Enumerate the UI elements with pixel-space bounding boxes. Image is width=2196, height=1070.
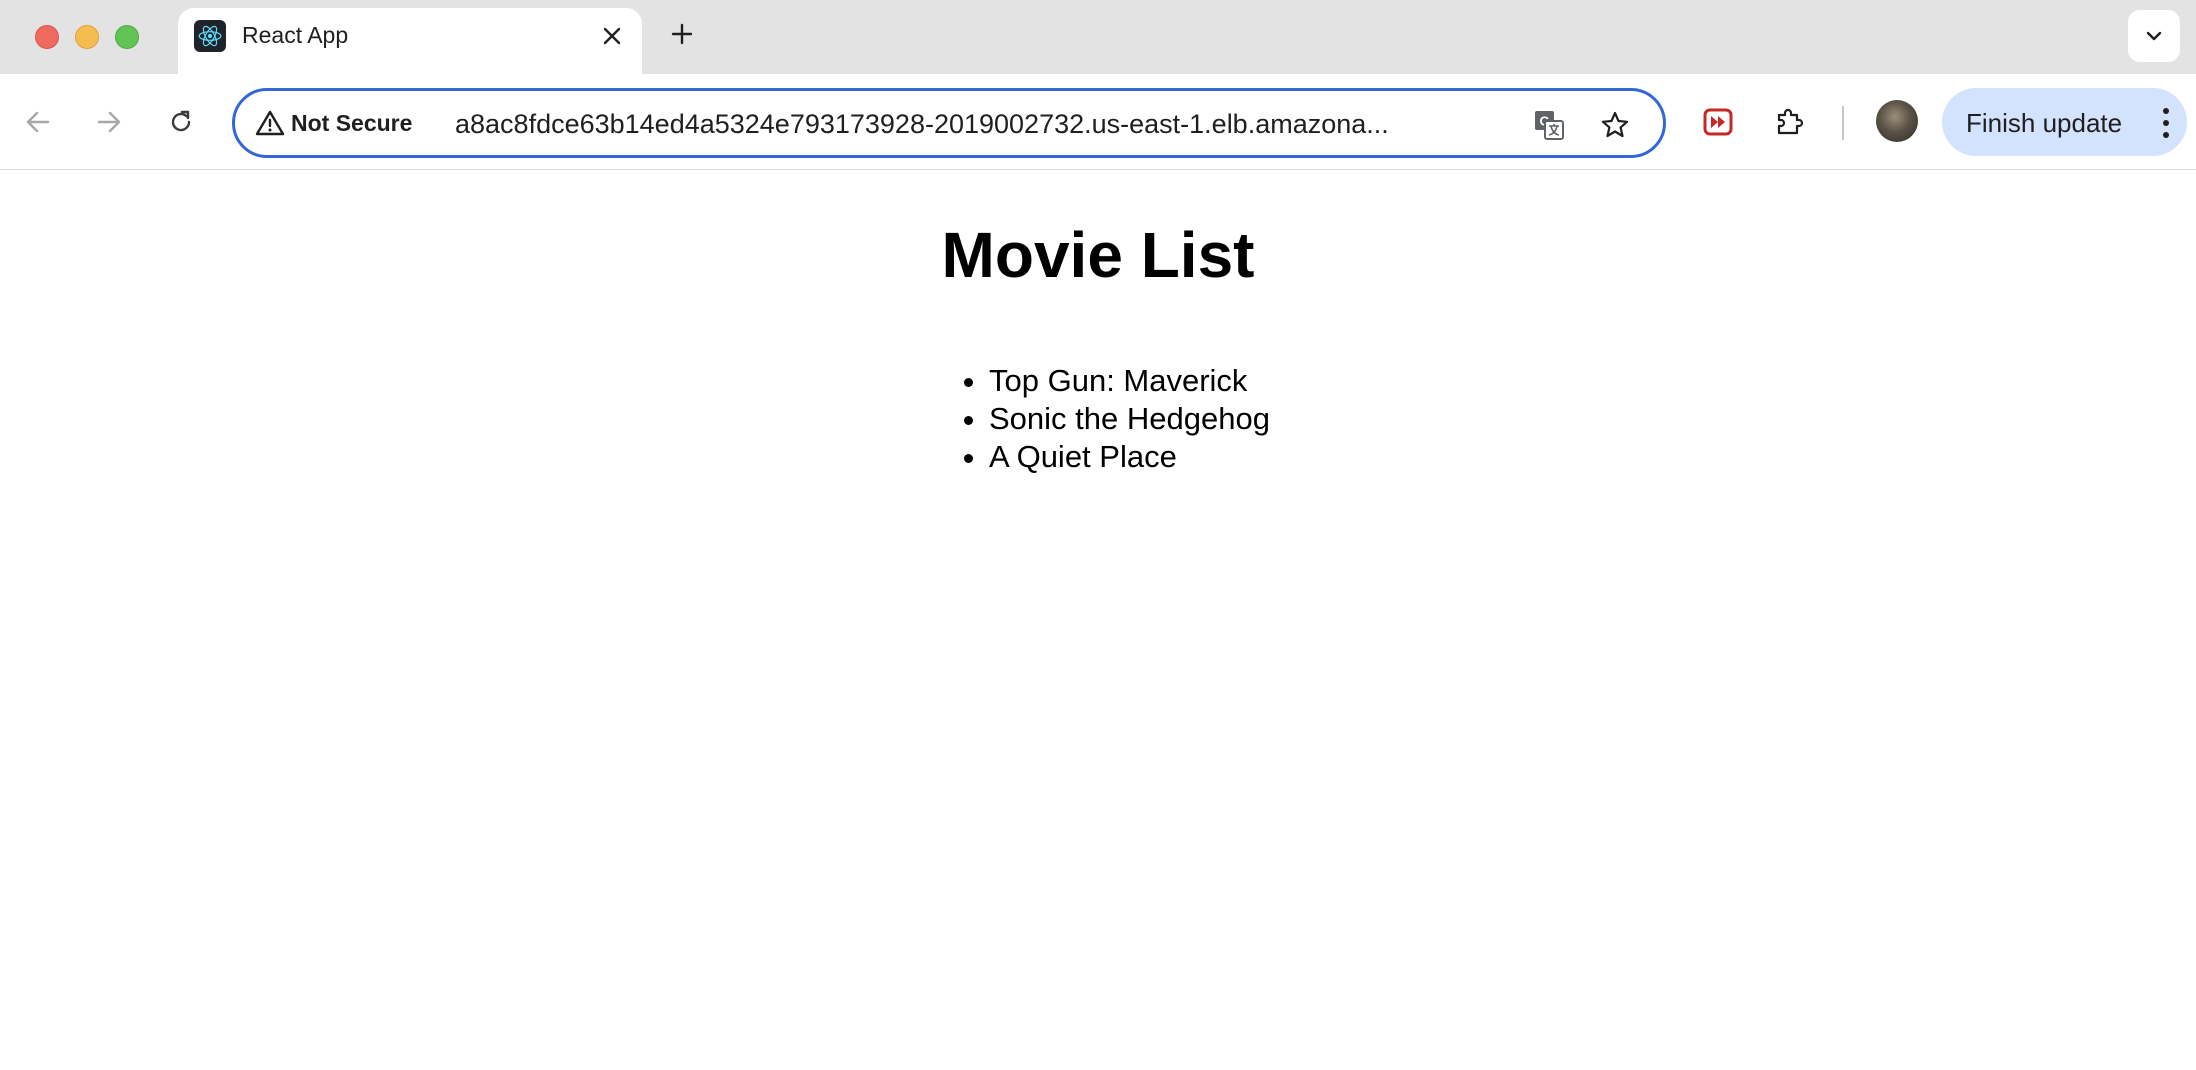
profile-avatar[interactable]: [1876, 100, 1918, 142]
list-item: Top Gun: Maverick: [989, 362, 1270, 400]
more-vertical-icon[interactable]: [2161, 108, 2171, 138]
list-item: Sonic the Hedgehog: [989, 400, 1270, 438]
finish-update-button[interactable]: Finish update: [1942, 88, 2187, 156]
new-tab-plus-icon[interactable]: [664, 16, 700, 52]
page-title: Movie List: [941, 219, 1255, 291]
tab-search-chevron-down-icon[interactable]: [2128, 10, 2180, 62]
tab-strip: React App: [0, 0, 2196, 74]
active-tab[interactable]: React App: [178, 8, 642, 74]
toolbar-divider: [1842, 106, 1844, 140]
warning-triangle-icon[interactable]: [255, 109, 285, 142]
url-text[interactable]: a8ac8fdce63b14ed4a5324e793173928-2019002…: [455, 109, 1495, 140]
arrow-left-icon[interactable]: [14, 98, 62, 146]
list-item: A Quiet Place: [989, 438, 1270, 476]
address-bar[interactable]: Not Secure a8ac8fdce63b14ed4a5324e793173…: [232, 88, 1666, 158]
arrow-right-icon[interactable]: [85, 98, 133, 146]
security-status-label[interactable]: Not Secure: [291, 110, 412, 137]
video-speed-extension-icon[interactable]: [1696, 100, 1740, 144]
star-icon[interactable]: [1595, 105, 1635, 145]
tab-close-icon[interactable]: [594, 18, 630, 54]
maximize-window-button[interactable]: [115, 25, 139, 49]
minimize-window-button[interactable]: [75, 25, 99, 49]
page-content: Movie List Top Gun: Maverick Sonic the H…: [0, 170, 2196, 1070]
react-icon: [194, 20, 226, 52]
reload-icon[interactable]: [157, 98, 205, 146]
finish-update-label: Finish update: [1966, 108, 2123, 138]
tab-title: React App: [242, 22, 349, 48]
movie-list: Top Gun: Maverick Sonic the Hedgehog A Q…: [950, 362, 1270, 476]
puzzle-icon[interactable]: [1768, 100, 1812, 144]
translate-icon[interactable]: G: [1529, 105, 1569, 145]
close-window-button[interactable]: [35, 25, 59, 49]
browser-toolbar: Not Secure a8ac8fdce63b14ed4a5324e793173…: [0, 74, 2196, 170]
